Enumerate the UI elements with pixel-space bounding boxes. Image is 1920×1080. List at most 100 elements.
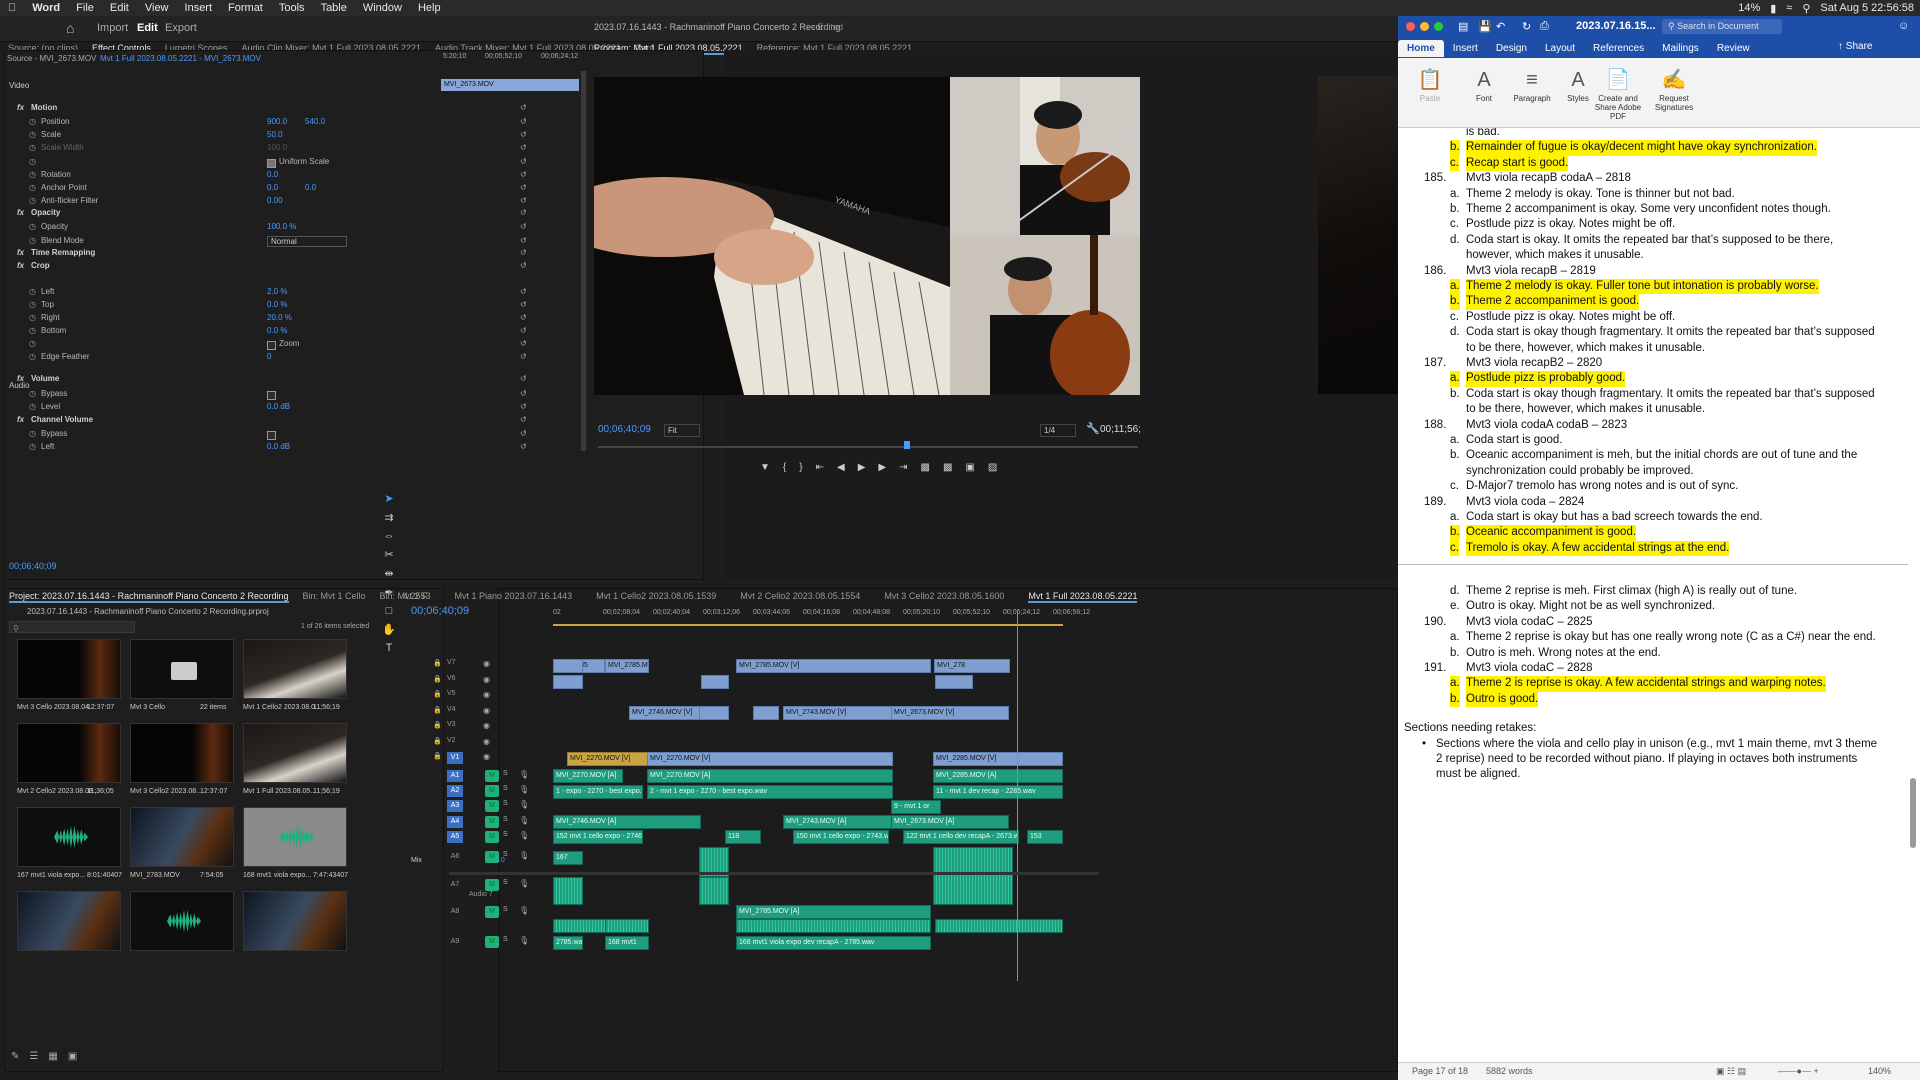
solo-button[interactable]: S	[503, 831, 508, 838]
audio-clip[interactable]: 11 - mvt 1 dev recap - 2285.wav	[933, 785, 1063, 799]
track-label-v1[interactable]: V1	[447, 752, 463, 764]
audio-clip[interactable]: MVI_2743.MOV [A]	[783, 815, 893, 829]
audio-clip[interactable]: MVI_2673.MOV [A]	[891, 815, 1009, 829]
stopwatch-icon[interactable]: ◷	[29, 183, 36, 192]
pen-tool-icon[interactable]: ✒	[384, 586, 393, 599]
track-label-audio[interactable]: A1	[447, 770, 463, 782]
reset-icon[interactable]: ↺	[520, 300, 527, 309]
eye-icon[interactable]: ◉	[483, 675, 490, 684]
track-label-video[interactable]: V2	[447, 737, 456, 744]
mic-icon[interactable]: 🎙	[519, 906, 529, 915]
mute-button[interactable]: M	[485, 831, 499, 843]
ec-value[interactable]: 540.0	[305, 117, 325, 126]
mic-icon[interactable]: 🎙	[519, 770, 529, 779]
audio-clip[interactable]: MVI_2746.MOV [A]	[553, 815, 701, 829]
stopwatch-icon[interactable]: ◷	[29, 442, 36, 451]
nav-export[interactable]: Export	[165, 22, 197, 34]
reset-icon[interactable]: ↺	[520, 313, 527, 322]
ec-value[interactable]: 20.0 %	[267, 313, 292, 322]
stopwatch-icon[interactable]: ◷	[29, 130, 36, 139]
reset-icon[interactable]: ↺	[520, 442, 527, 451]
ribbon-button-create-and-share-adobe-pdf[interactable]: 📄 Create and Share Adobe PDF	[1588, 66, 1648, 121]
program-scrubber[interactable]	[598, 446, 1138, 448]
reset-icon[interactable]: ↺	[520, 183, 527, 192]
page-count[interactable]: Page 17 of 18	[1412, 1066, 1468, 1076]
menu-window[interactable]: Window	[355, 2, 410, 14]
solo-button[interactable]: S	[503, 906, 508, 913]
project-item-thumbnail[interactable]	[130, 723, 234, 783]
mic-icon[interactable]: 🎙	[519, 816, 529, 825]
reset-icon[interactable]: ↺	[520, 261, 527, 270]
video-frame-cello[interactable]	[950, 235, 1140, 395]
mark-out-icon[interactable]: }	[799, 462, 802, 473]
menu-table[interactable]: Table	[313, 2, 355, 14]
audio-clip[interactable]: 168 mvt1	[605, 936, 649, 950]
pencil-icon[interactable]: ✎	[11, 1051, 19, 1062]
smiley-icon[interactable]: ☺	[1898, 20, 1909, 32]
project-item-thumbnail[interactable]	[130, 639, 234, 699]
audio-clip[interactable]: 168 mvt1 viola expo dev recapA - 2785.wa…	[736, 936, 931, 950]
ec-value[interactable]: 0.0 %	[267, 326, 287, 335]
stopwatch-icon[interactable]: ◷	[29, 170, 36, 179]
camera-icon[interactable]: ▣	[965, 462, 974, 473]
video-clip-fragment[interactable]	[699, 706, 729, 720]
list-view-icon[interactable]: ☰	[29, 1051, 38, 1062]
project-item-thumbnail[interactable]	[130, 891, 234, 951]
solo-button[interactable]: S	[503, 879, 508, 886]
video-clip-fragment[interactable]	[553, 659, 583, 673]
fx-icon[interactable]: fx	[17, 103, 24, 112]
mute-button[interactable]: M	[485, 800, 499, 812]
ec-value[interactable]: 0.0	[267, 170, 278, 179]
audio-clip[interactable]: 167	[553, 851, 583, 865]
video-clip[interactable]: MVI_2743.MOV [V]	[783, 706, 893, 720]
project-item-thumbnail[interactable]	[17, 639, 121, 699]
audio-clip[interactable]: MVI_2270.MOV [A]	[553, 769, 623, 783]
track-label-video[interactable]: V3	[447, 721, 456, 728]
ec-row-label[interactable]: Crop	[31, 261, 50, 270]
timeline-ruler[interactable]: 02 00;02;08;04 00;02;40;04 00;03;12;06 00;03…	[553, 609, 1353, 619]
mute-button[interactable]: M	[485, 879, 499, 891]
playhead-marker[interactable]	[904, 441, 910, 449]
project-item-thumbnail[interactable]	[17, 723, 121, 783]
ec-value[interactable]: 0.0	[267, 183, 278, 192]
audio-waveform-block[interactable]	[553, 877, 583, 905]
search-icon[interactable]: ⚲	[1802, 2, 1810, 15]
project-item-thumbnail[interactable]	[243, 807, 347, 867]
stopwatch-icon[interactable]: ◷	[29, 196, 36, 205]
video-clip-fragment[interactable]	[935, 675, 973, 689]
ribbon-tab-layout[interactable]: Layout	[1536, 40, 1584, 57]
video-frame-piano[interactable]: YAMAHA	[594, 77, 950, 395]
ec-value[interactable]: 0.00	[267, 196, 283, 205]
audio-clip[interactable]: 153	[1027, 830, 1063, 844]
rectangle-tool-icon[interactable]: □	[386, 605, 393, 617]
ec-row-label[interactable]: Time Remapping	[31, 248, 95, 257]
audio-clip[interactable]: 122 mvt 1 cello dev recapA - 2673.wav	[903, 830, 1019, 844]
reset-icon[interactable]: ↺	[520, 103, 527, 112]
solo-button[interactable]: S	[503, 816, 508, 823]
reset-icon[interactable]: ↺	[520, 402, 527, 411]
undo-icon[interactable]: ↶	[1496, 20, 1505, 33]
ec-value[interactable]: 0.0 dB	[267, 402, 290, 411]
video-clip-fragment[interactable]	[553, 675, 583, 689]
word-scrollbar[interactable]	[1910, 778, 1916, 848]
eye-icon[interactable]: ◉	[483, 659, 490, 668]
minimize-button[interactable]	[1420, 22, 1429, 31]
ec-row-label[interactable]: Volume	[31, 374, 59, 383]
reset-icon[interactable]: ↺	[520, 208, 527, 217]
menu-edit[interactable]: Edit	[102, 2, 137, 14]
stopwatch-icon[interactable]: ◷	[29, 117, 36, 126]
reset-icon[interactable]: ↺	[520, 429, 527, 438]
mute-button[interactable]: M	[485, 770, 499, 782]
wifi-icon[interactable]: ≈	[1786, 2, 1792, 14]
hand-tool-icon[interactable]: ✋	[382, 623, 396, 636]
track-label-audio[interactable]: A6	[447, 851, 463, 863]
ec-row-label[interactable]: Opacity	[31, 208, 60, 217]
solo-button[interactable]: S	[503, 770, 508, 777]
ec-source-label[interactable]: Source - MVI_2673.MOV	[7, 54, 96, 63]
stopwatch-icon[interactable]: ◷	[29, 339, 36, 348]
ribbon-tab-insert[interactable]: Insert	[1444, 40, 1487, 57]
audio-waveform-block[interactable]	[605, 919, 649, 933]
go-to-out-icon[interactable]: ⇥	[899, 462, 907, 473]
track-label-audio[interactable]: A9	[447, 936, 463, 948]
audio-clip[interactable]: 1 - expo - 2270 - best expo.wav	[553, 785, 643, 799]
